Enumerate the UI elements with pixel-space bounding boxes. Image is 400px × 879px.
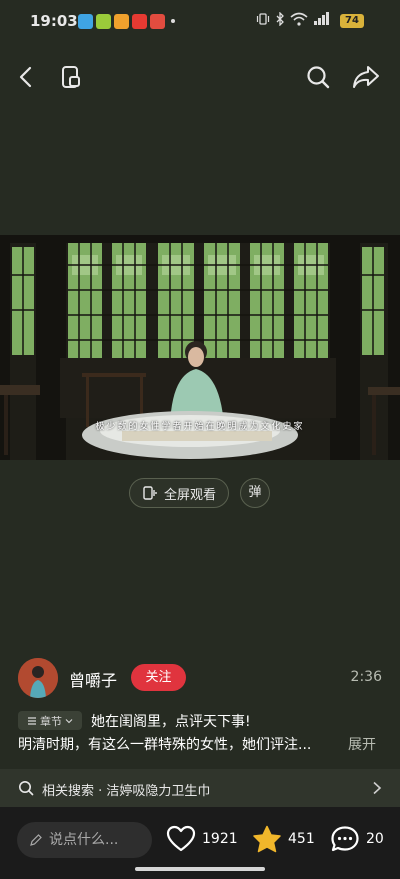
- more-notifications-dot: [171, 19, 175, 23]
- heart-icon: [166, 825, 196, 852]
- comment-button[interactable]: 20: [330, 825, 384, 853]
- bottom-action-bar: 1921 451 20: [0, 807, 400, 879]
- vibrate-icon: [256, 13, 270, 25]
- fullscreen-button[interactable]: 全屏观看: [129, 478, 229, 508]
- list-icon: [28, 716, 36, 725]
- notification-app-icon: [114, 14, 129, 29]
- comment-input-box[interactable]: [17, 822, 152, 858]
- pip-icon: [62, 66, 80, 88]
- comment-input[interactable]: [49, 832, 149, 848]
- picture-in-picture-button[interactable]: [55, 61, 87, 93]
- comment-icon: [331, 826, 359, 852]
- star-icon: [253, 825, 281, 853]
- video-player[interactable]: 极少数的女性学者开始在晚明成为文化史家: [0, 235, 400, 460]
- share-icon: [353, 66, 379, 88]
- pencil-icon: [30, 834, 42, 846]
- share-button[interactable]: [350, 61, 382, 93]
- like-count: 1921: [202, 831, 238, 847]
- video-subtitle: 极少数的女性学者开始在晚明成为文化史家: [95, 422, 305, 432]
- back-icon: [19, 66, 32, 88]
- back-button[interactable]: [10, 61, 42, 93]
- bluetooth-icon: [276, 12, 284, 26]
- notification-app-icon: [132, 14, 147, 29]
- avatar-image: [18, 658, 58, 698]
- chapter-button[interactable]: 章节: [18, 711, 82, 730]
- danmaku-toggle[interactable]: 弹: [240, 478, 270, 508]
- favorite-button[interactable]: 451: [252, 825, 315, 853]
- signal-icon: [314, 12, 329, 25]
- search-icon: [19, 781, 34, 796]
- system-icons: [256, 12, 331, 26]
- follow-button[interactable]: 关注: [131, 664, 186, 691]
- top-navigation: [0, 55, 400, 99]
- chevron-down-icon: [65, 718, 73, 723]
- chapter-label: 章节: [40, 714, 62, 728]
- post-description: 明清时期，有这么一群特殊的女性，她们评注...: [18, 737, 312, 753]
- avatar[interactable]: [18, 658, 58, 698]
- post-title: 她在闺阁里，点评天下事!: [91, 714, 251, 730]
- video-duration: 2:36: [350, 669, 382, 685]
- notification-app-icon: [78, 14, 93, 29]
- author-name[interactable]: 曾嚼子: [69, 667, 117, 691]
- chevron-right-icon: [373, 781, 382, 795]
- favorite-count: 451: [288, 831, 315, 847]
- wifi-icon: [290, 12, 308, 26]
- related-search-text: 相关搜索 · 洁婷吸隐力卫生巾: [42, 784, 211, 799]
- status-bar: 19:03 74: [0, 0, 400, 44]
- related-search-bar[interactable]: 相关搜索 · 洁婷吸隐力卫生巾: [0, 769, 400, 807]
- search-button[interactable]: [302, 61, 334, 93]
- status-time: 19:03: [30, 12, 78, 30]
- home-indicator[interactable]: [135, 867, 265, 871]
- expand-button[interactable]: 展开: [348, 734, 376, 754]
- search-icon: [307, 66, 330, 89]
- fullscreen-icon: [143, 486, 157, 500]
- battery-indicator: 74: [340, 14, 364, 28]
- comment-count: 20: [366, 831, 384, 847]
- like-button[interactable]: 1921: [166, 825, 238, 853]
- notification-app-icon: [96, 14, 111, 29]
- fullscreen-label: 全屏观看: [163, 487, 216, 503]
- notification-app-icon: [150, 14, 165, 29]
